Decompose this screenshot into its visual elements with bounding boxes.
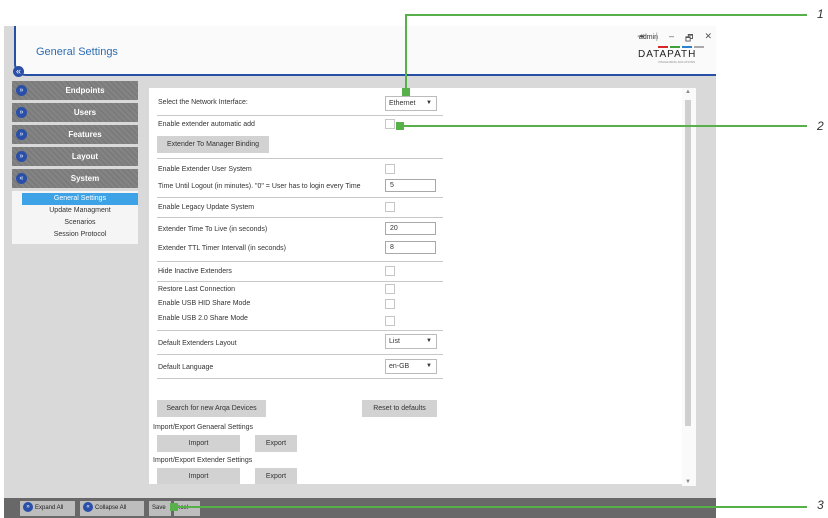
usb20-label: Enable USB 2.0 Share Mode bbox=[158, 315, 248, 322]
vertical-scrollbar[interactable]: ▲ ▼ bbox=[682, 88, 696, 486]
usb-hid-label: Enable USB HID Share Mode bbox=[158, 300, 251, 307]
reset-defaults-button[interactable]: Reset to defaults bbox=[362, 400, 437, 417]
sidebar: » Endpoints » Users » Features » Layout … bbox=[12, 81, 138, 244]
callout-1-marker bbox=[402, 88, 410, 96]
expand-all-button[interactable]: » Expand All bbox=[20, 501, 75, 516]
scroll-down-icon[interactable]: ▼ bbox=[685, 479, 691, 485]
save-button[interactable]: Save bbox=[149, 501, 171, 516]
sidebar-item-general-settings[interactable]: General Settings bbox=[22, 193, 138, 205]
divider bbox=[157, 158, 443, 159]
hide-inactive-checkbox[interactable] bbox=[385, 266, 395, 276]
default-language-select[interactable]: en-GB ▼ bbox=[385, 359, 437, 374]
callout-2-marker bbox=[396, 122, 404, 130]
dropdown-arrow-icon: ▼ bbox=[426, 363, 432, 369]
page-title: General Settings bbox=[36, 46, 118, 58]
scroll-thumb[interactable] bbox=[685, 100, 691, 426]
sidebar-section-system[interactable]: « System bbox=[12, 169, 138, 188]
callout-2-number: 2 bbox=[817, 119, 824, 133]
close-icon[interactable]: ✕ bbox=[704, 31, 712, 47]
auto-add-checkbox[interactable] bbox=[385, 119, 395, 129]
divider bbox=[157, 115, 443, 116]
network-interface-select[interactable]: Ethernet ▼ bbox=[385, 96, 437, 111]
network-interface-label: Select the Network Interface: bbox=[158, 99, 248, 106]
import-general-button[interactable]: Import bbox=[157, 435, 240, 452]
callout-2-line bbox=[400, 125, 807, 127]
callout-3-line bbox=[176, 506, 807, 508]
callout-1-number: 1 bbox=[817, 7, 824, 21]
collapse-all-button[interactable]: «Collapse All bbox=[80, 501, 144, 516]
callout-1-line bbox=[405, 14, 807, 16]
legacy-update-checkbox[interactable] bbox=[385, 202, 395, 212]
callout-3-number: 3 bbox=[817, 498, 824, 512]
restore-icon[interactable]: 🗗 bbox=[685, 31, 693, 47]
expand-chevron-icon: » bbox=[16, 151, 27, 162]
usb20-checkbox[interactable] bbox=[385, 316, 395, 326]
collapse-chevron-icon: « bbox=[16, 173, 27, 184]
hide-inactive-label: Hide Inactive Extenders bbox=[158, 268, 232, 275]
export-general-button[interactable]: Export bbox=[255, 435, 297, 452]
logout-label: Time Until Logout (in minutes). "0" = Us… bbox=[158, 183, 361, 190]
sidebar-section-endpoints[interactable]: » Endpoints bbox=[12, 81, 138, 100]
legacy-update-label: Enable Legacy Update System bbox=[158, 204, 255, 211]
default-layout-select[interactable]: List ▼ bbox=[385, 334, 437, 349]
expand-chevron-icon: » bbox=[16, 107, 27, 118]
logout-icon[interactable]: ⇥ bbox=[637, 31, 645, 47]
collapse-all-icon: « bbox=[83, 502, 93, 513]
datapath-logo: DATAPATH VISUALISING SOLUTIONS bbox=[638, 46, 710, 68]
divider bbox=[157, 197, 443, 198]
restore-connection-checkbox[interactable] bbox=[385, 284, 395, 294]
window-controls: ⇥ | – 🗗 ✕ bbox=[637, 31, 712, 47]
sidebar-section-features[interactable]: » Features bbox=[12, 125, 138, 144]
system-submenu: General Settings Update Managment Scenar… bbox=[12, 191, 138, 244]
import-extender-button[interactable]: Import bbox=[157, 468, 240, 484]
ttl-timer-label: Extender TTL Timer Intervall (in seconds… bbox=[158, 245, 286, 252]
export-extender-button[interactable]: Export bbox=[255, 468, 297, 484]
sidebar-item-scenarios[interactable]: Scenarios bbox=[22, 217, 138, 229]
sidebar-section-layout[interactable]: » Layout bbox=[12, 147, 138, 166]
dropdown-arrow-icon: ▼ bbox=[426, 338, 432, 344]
usb-hid-checkbox[interactable] bbox=[385, 299, 395, 309]
header: General Settings admin ⇥ | – 🗗 ✕ DATAPAT… bbox=[14, 26, 716, 76]
sidebar-item-session-protocol[interactable]: Session Protocol bbox=[22, 229, 138, 241]
extender-binding-button[interactable]: Extender To Manager Binding bbox=[157, 136, 269, 153]
settings-panel: Select the Network Interface: Ethernet ▼ … bbox=[149, 88, 695, 484]
default-language-label: Default Language bbox=[158, 364, 214, 371]
sidebar-item-update-managment[interactable]: Update Managment bbox=[22, 205, 138, 217]
user-system-checkbox[interactable] bbox=[385, 164, 395, 174]
minimize-icon[interactable]: – bbox=[669, 31, 674, 47]
expand-chevron-icon: » bbox=[16, 85, 27, 96]
ttl-label: Extender Time To Live (in seconds) bbox=[158, 226, 268, 233]
callout-1-line bbox=[405, 14, 407, 90]
restore-connection-label: Restore Last Connection bbox=[158, 286, 236, 293]
default-layout-label: Default Extenders Layout bbox=[158, 340, 237, 347]
separator: | bbox=[655, 31, 658, 41]
expand-chevron-icon: » bbox=[16, 129, 27, 140]
divider bbox=[157, 261, 443, 262]
import-export-extender-label: Import/Export Extender Settings bbox=[153, 457, 253, 464]
callout-3-marker bbox=[170, 503, 178, 511]
divider bbox=[157, 330, 443, 331]
bottom-toolbar: » Expand All «Collapse All Save ncel bbox=[4, 498, 716, 518]
dropdown-arrow-icon: ▼ bbox=[426, 100, 432, 106]
search-devices-button[interactable]: Search for new Arqa Devices bbox=[157, 400, 266, 417]
sidebar-section-users[interactable]: » Users bbox=[12, 103, 138, 122]
divider bbox=[157, 354, 443, 355]
logout-input[interactable]: 5 bbox=[385, 179, 436, 192]
collapse-sidebar-icon[interactable]: « bbox=[13, 66, 24, 77]
ttl-timer-input[interactable]: 8 bbox=[385, 241, 436, 254]
divider bbox=[157, 281, 443, 282]
divider bbox=[157, 378, 443, 379]
ttl-input[interactable]: 20 bbox=[385, 222, 436, 235]
auto-add-label: Enable extender automatic add bbox=[158, 121, 255, 128]
expand-all-icon: » bbox=[23, 502, 33, 513]
user-system-label: Enable Extender User System bbox=[158, 166, 252, 173]
scroll-up-icon[interactable]: ▲ bbox=[685, 89, 691, 95]
import-export-general-label: Import/Export Genaeral Settings bbox=[153, 424, 253, 431]
divider bbox=[157, 217, 443, 218]
